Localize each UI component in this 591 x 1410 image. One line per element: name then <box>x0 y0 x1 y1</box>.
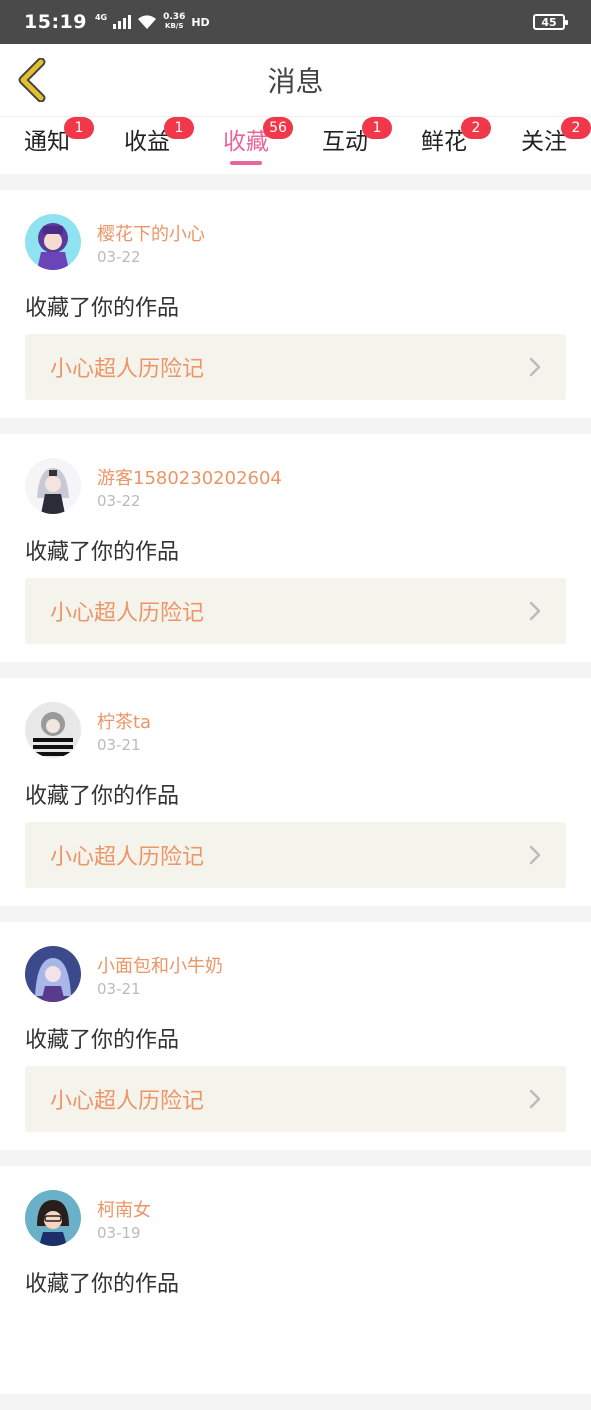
anime-avatar-icon <box>25 458 81 514</box>
user-name[interactable]: 小面包和小牛奶 <box>97 952 223 978</box>
user-name[interactable]: 樱花下的小心 <box>97 220 205 246</box>
message-date: 03-22 <box>97 248 141 266</box>
tab-badge: 2 <box>561 117 591 139</box>
header-bar: 消息 <box>0 44 591 116</box>
message-date: 03-21 <box>97 736 141 754</box>
tab-label: 收藏 <box>223 129 269 155</box>
work-link[interactable]: 小心超人历险记 <box>25 822 566 888</box>
back-arrow-icon <box>18 58 46 102</box>
action-text: 收藏了你的作品 <box>25 540 180 565</box>
work-title: 小心超人历险记 <box>50 1089 205 1114</box>
chevron-right-icon <box>529 601 541 621</box>
message-date: 03-21 <box>97 980 141 998</box>
wifi-icon <box>138 15 157 29</box>
tab-notifications[interactable]: 通知 1 <box>24 117 94 173</box>
work-link[interactable]: 小心超人历险记 <box>25 334 566 400</box>
tab-badge: 2 <box>461 117 491 139</box>
speed-value: 0.36 <box>163 12 186 22</box>
action-text: 收藏了你的作品 <box>25 784 180 809</box>
status-icons: 4G 0.36 KB/S HD <box>95 13 210 31</box>
message-card: 樱花下的小心 03-22 收藏了你的作品 小心超人历险记 <box>0 190 591 418</box>
tab-interactions[interactable]: 互动 1 <box>322 117 392 173</box>
tab-bar: 通知 1 收益 1 收藏 56 互动 1 鲜花 2 关注 2 <box>0 116 591 174</box>
back-button[interactable] <box>14 58 50 102</box>
chevron-right-icon <box>529 357 541 377</box>
avatar[interactable] <box>25 458 81 514</box>
action-text: 收藏了你的作品 <box>25 1028 180 1053</box>
anime-avatar-icon <box>25 946 81 1002</box>
tab-label: 鲜花 <box>421 129 467 155</box>
user-name[interactable]: 游客1580230202604 <box>97 464 282 490</box>
hd-icon: HD <box>191 15 210 29</box>
avatar[interactable] <box>25 1190 81 1246</box>
work-link[interactable]: 小心超人历险记 <box>25 578 566 644</box>
tab-earnings[interactable]: 收益 1 <box>124 117 194 173</box>
tab-badge: 1 <box>362 117 392 139</box>
work-link[interactable]: 小心超人历险记 <box>25 1066 566 1132</box>
active-tab-indicator <box>230 161 262 165</box>
message-list: 樱花下的小心 03-22 收藏了你的作品 小心超人历险记 游客158023020… <box>0 190 591 1410</box>
anime-avatar-icon <box>25 702 81 758</box>
chevron-right-icon <box>529 845 541 865</box>
user-name[interactable]: 柠茶ta <box>97 708 151 734</box>
tab-label: 关注 <box>521 129 567 155</box>
anime-avatar-icon <box>25 214 81 270</box>
message-card: 小面包和小牛奶 03-21 收藏了你的作品 小心超人历险记 <box>0 922 591 1150</box>
tab-badge: 1 <box>64 117 94 139</box>
message-date: 03-22 <box>97 492 141 510</box>
tab-label: 通知 <box>24 129 70 155</box>
tab-label: 互动 <box>322 129 368 155</box>
work-title: 小心超人历险记 <box>50 601 205 626</box>
chevron-right-icon <box>529 1089 541 1109</box>
user-name[interactable]: 柯南女 <box>97 1196 151 1222</box>
network-speed: 0.36 KB/S <box>163 13 185 31</box>
tab-favorites[interactable]: 收藏 56 <box>223 117 293 173</box>
status-bar: 15:19 4G 0.36 KB/S HD 45 <box>0 0 591 44</box>
battery-level: 45 <box>541 15 557 29</box>
message-card: 柠茶ta 03-21 收藏了你的作品 小心超人历险记 <box>0 678 591 906</box>
tab-badge: 1 <box>164 117 194 139</box>
tab-badge: 56 <box>263 117 293 139</box>
action-text: 收藏了你的作品 <box>25 1272 180 1297</box>
speed-unit: KB/S <box>165 22 184 30</box>
tab-flowers[interactable]: 鲜花 2 <box>421 117 491 173</box>
work-title: 小心超人历险记 <box>50 357 205 382</box>
battery-icon: 45 <box>533 14 568 30</box>
work-title: 小心超人历险记 <box>50 845 205 870</box>
action-text: 收藏了你的作品 <box>25 296 180 321</box>
signal-icon <box>113 15 132 29</box>
network-type: 4G <box>94 13 108 22</box>
tab-label: 收益 <box>124 129 170 155</box>
message-card: 柯南女 03-19 收藏了你的作品 <box>0 1166 591 1394</box>
page-title: 消息 <box>267 65 324 98</box>
anime-avatar-icon <box>25 1190 81 1246</box>
avatar[interactable] <box>25 702 81 758</box>
message-date: 03-19 <box>97 1224 141 1242</box>
message-card: 游客1580230202604 03-22 收藏了你的作品 小心超人历险记 <box>0 434 591 662</box>
avatar[interactable] <box>25 214 81 270</box>
tab-follows[interactable]: 关注 2 <box>521 117 591 173</box>
status-time: 15:19 <box>24 11 87 33</box>
avatar[interactable] <box>25 946 81 1002</box>
